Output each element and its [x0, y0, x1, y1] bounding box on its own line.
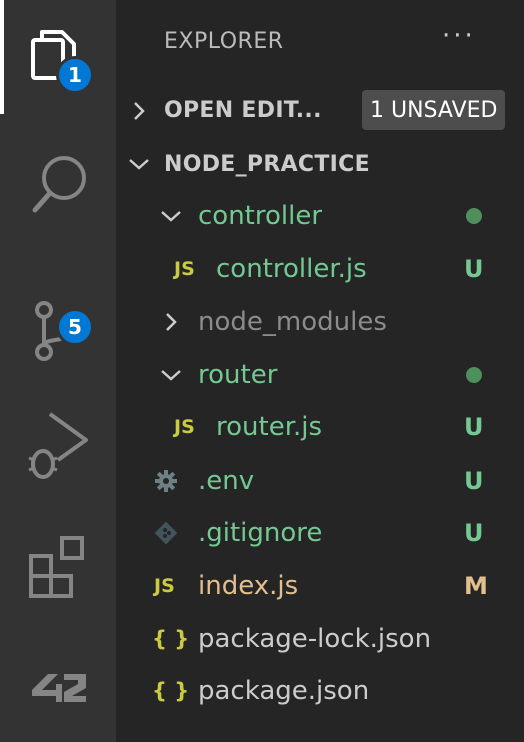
chevron-down-icon — [161, 211, 181, 222]
chevron-right-icon — [166, 313, 177, 331]
git-file-icon — [154, 521, 178, 545]
js-file-icon: JS — [154, 575, 175, 597]
explorer-badge: 1 — [56, 56, 94, 94]
folder-status-dot — [466, 208, 482, 224]
open-editors-label: OPEN EDIT... — [164, 97, 322, 123]
tree-item-label: .env — [198, 466, 255, 496]
git-status-badge: M — [464, 572, 488, 600]
tree-item-label: package.json — [198, 676, 370, 706]
tree-item-router-js[interactable]: JS router.js U — [116, 401, 524, 453]
source-control-badge: 5 — [56, 308, 94, 346]
tree-item-gitignore[interactable]: .gitignore U — [116, 507, 524, 559]
tree-item-label: .gitignore — [198, 518, 323, 548]
activity-bar: 1 5 — [0, 0, 116, 742]
tree-item-label: router.js — [216, 412, 323, 442]
tree-item-node-modules[interactable]: node_modules — [116, 296, 524, 348]
more-actions-button[interactable]: ··· — [442, 23, 482, 56]
unsaved-badge: 1 UNSAVED — [362, 90, 506, 130]
chevron-down-icon — [129, 159, 149, 170]
tree-item-router[interactable]: router — [116, 349, 524, 401]
search-activity-button[interactable] — [0, 130, 116, 234]
gear-icon — [155, 470, 177, 492]
git-status-badge: U — [464, 255, 484, 283]
sidebar-title: EXPLORER — [164, 29, 284, 54]
remote-explorer-activity-button[interactable] — [0, 638, 116, 742]
explorer-activity-button[interactable]: 1 — [0, 0, 116, 104]
tree-item-label: index.js — [198, 571, 299, 601]
js-file-icon: JS — [174, 416, 195, 438]
run-debug-icon — [28, 412, 88, 479]
extensions-icon — [29, 536, 84, 598]
project-root-section[interactable]: NODE_PRACTICE — [116, 138, 524, 190]
chevron-right-icon — [134, 102, 145, 120]
tree-item-label: package-lock.json — [198, 624, 432, 654]
folder-status-dot — [466, 367, 482, 383]
tree-item-label: router — [198, 360, 278, 390]
forty-two-logo-icon — [32, 674, 86, 702]
git-status-badge: U — [464, 519, 484, 547]
extensions-activity-button[interactable] — [0, 510, 116, 614]
tree-item-controller[interactable]: controller — [116, 190, 524, 242]
tree-item-controller-js[interactable]: JS controller.js U — [116, 243, 524, 295]
search-icon — [32, 156, 86, 213]
source-control-activity-button[interactable]: 5 — [0, 258, 116, 362]
js-file-icon: JS — [174, 258, 195, 280]
project-root-label: NODE_PRACTICE — [164, 151, 370, 177]
git-status-badge: U — [464, 413, 484, 441]
tree-item-package-json[interactable]: { } package.json — [116, 665, 524, 717]
explorer-sidebar: EXPLORER ··· OPEN EDIT... 1 UNSAVED NODE… — [116, 0, 524, 742]
tree-item-index-js[interactable]: JS index.js M — [116, 560, 524, 612]
json-file-icon: { } — [152, 679, 190, 703]
json-file-icon: { } — [152, 627, 190, 651]
tree-item-label: controller.js — [216, 254, 367, 284]
git-status-badge: U — [464, 467, 484, 495]
chevron-down-icon — [161, 370, 181, 381]
tree-item-package-lock-json[interactable]: { } package-lock.json — [116, 613, 524, 665]
tree-item-label: controller — [198, 201, 323, 231]
tree-item-label: node_modules — [198, 307, 387, 337]
run-debug-activity-button[interactable] — [0, 380, 116, 484]
tree-item-env[interactable]: .env U — [116, 455, 524, 507]
